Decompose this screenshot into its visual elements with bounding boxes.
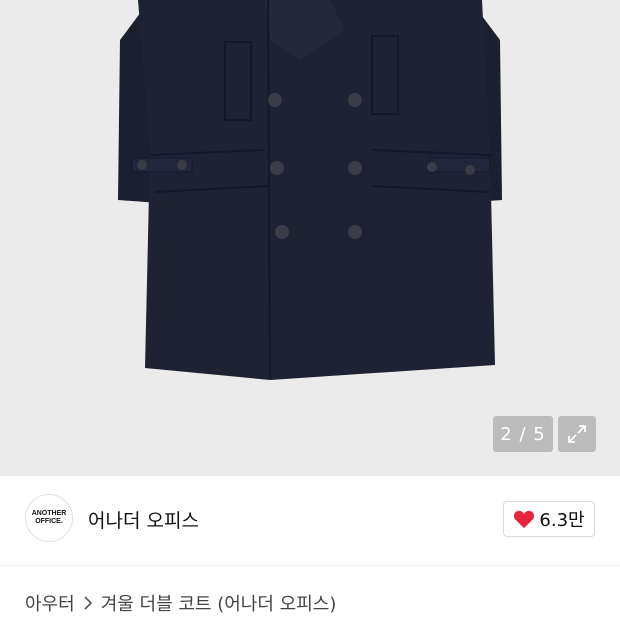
like-count: 6.3만: [539, 510, 585, 531]
brand-logo-line2: OFFICE.: [35, 518, 63, 525]
expand-icon: [568, 425, 586, 443]
breadcrumb-category[interactable]: 아우터: [25, 590, 75, 616]
image-counter: 2 / 5: [493, 416, 553, 452]
like-button[interactable]: 6.3만: [503, 501, 595, 537]
product-image-coat[interactable]: [0, 0, 620, 476]
brand-row: ANOTHER OFFICE. 어나더 오피스 6.3만: [0, 476, 620, 566]
breadcrumb-product: 겨울 더블 코트 (어나더 오피스): [100, 594, 337, 615]
brand-logo[interactable]: ANOTHER OFFICE.: [25, 494, 73, 542]
chevron-right-icon: [84, 596, 92, 610]
expand-button[interactable]: [558, 416, 596, 452]
brand-name[interactable]: 어나더 오피스: [88, 506, 199, 533]
heart-icon: [514, 510, 535, 529]
product-image-gallery[interactable]: 2 / 5: [0, 0, 620, 476]
breadcrumb: 아우터 겨울 더블 코트 (어나더 오피스): [25, 590, 336, 616]
brand-logo-line1: ANOTHER: [31, 510, 67, 517]
